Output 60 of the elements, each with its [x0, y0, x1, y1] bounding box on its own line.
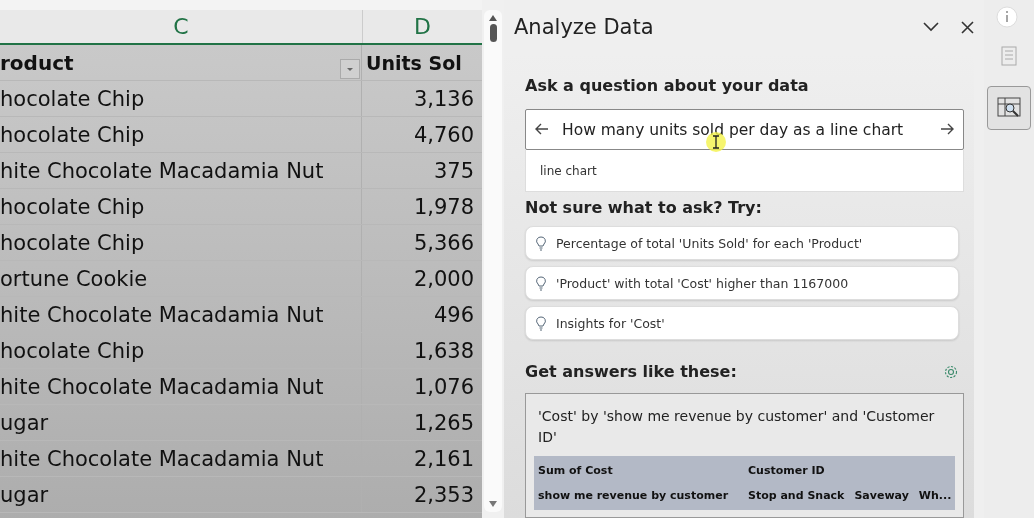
submit-arrow-icon[interactable] [940, 123, 955, 135]
lightbulb-icon [536, 235, 546, 251]
table-magnifier-icon [997, 97, 1021, 119]
column-header[interactable]: C [0, 10, 363, 43]
table-header-cell-text: Units Sol [365, 50, 463, 76]
table-cell-text: show me revenue by customer [538, 489, 730, 502]
info-icon[interactable] [996, 6, 1018, 28]
table-cell: hite Chocolate Macadamia Nut [0, 297, 362, 332]
panel-title: Analyze Data [514, 15, 655, 39]
analyze-data-button[interactable] [987, 86, 1031, 130]
table-cell: hite Chocolate Macadamia Nut [0, 153, 362, 188]
table-cell-text: 5,366 [412, 229, 475, 257]
answer-card[interactable]: 'Cost' by 'show me revenue by customer' and 'Customer ID' Sum of Cost Customer ID show me revenue by customer Stop and Snack Saveway Wh... [525, 393, 965, 518]
column-header[interactable]: D [363, 10, 482, 43]
table-cell: hocolate Chip [0, 333, 362, 368]
scroll-thumb[interactable] [489, 24, 497, 42]
settings-icon[interactable] [943, 363, 960, 380]
section-heading: Not sure what to ask? Try: [525, 198, 763, 218]
table-cell-text: Sum of Cost [538, 464, 614, 477]
table-cell: Stop and Snack [748, 489, 845, 502]
table-cell-text: 496 [432, 301, 475, 329]
table-cell: ortune Cookie [0, 261, 362, 296]
table-cell-text: 1,076 [412, 373, 475, 401]
back-arrow-icon[interactable] [535, 123, 549, 135]
scroll-down-icon[interactable] [488, 500, 498, 508]
table-cell: hite Chocolate Macadamia Nut [0, 441, 362, 476]
table-cell: hocolate Chip [0, 189, 362, 224]
caret-icon [346, 66, 354, 72]
document-icon [1001, 46, 1017, 66]
suggestion-button[interactable]: Percentage of total 'Units Sold' for each 'Product' [525, 226, 960, 260]
table-cell: ugar [0, 405, 362, 440]
table-cell-text: 2,000 [412, 265, 475, 293]
table-cell: hite Chocolate Macadamia Nut [0, 369, 362, 404]
table-cell-text: 375 [432, 157, 475, 185]
table-cell: Wh... [918, 489, 952, 502]
lightbulb-icon [536, 315, 546, 331]
table-cell-text: 2,353 [412, 481, 475, 509]
table-cell-text: 4,760 [412, 121, 475, 149]
question-field[interactable]: How many units sold per day as a line chart [525, 109, 965, 150]
scroll-up-icon[interactable] [488, 14, 498, 22]
table-cell-text: 3,136 [412, 85, 475, 113]
table-cell-text: 1,978 [412, 193, 475, 221]
table-cell: hocolate Chip [0, 225, 362, 260]
table-cell-text: 1,265 [412, 409, 475, 437]
section-heading: Get answers like these: [525, 362, 737, 381]
chevron-down-icon[interactable] [923, 22, 939, 32]
suggestion-button[interactable]: Insights for 'Cost' [525, 306, 960, 340]
table-cell: hocolate Chip [0, 81, 362, 116]
table-cell-text: 1,638 [412, 337, 475, 365]
close-icon[interactable] [961, 20, 974, 34]
autocomplete-option[interactable]: line chart [526, 150, 964, 178]
table-cell: Saveway [854, 489, 909, 502]
table-cell: ugar [0, 477, 362, 512]
suggestion-button[interactable]: 'Product' with total 'Cost' higher than 1167000 [525, 266, 960, 300]
table-cell: Customer ID [748, 464, 825, 477]
answer-title: 'Cost' by 'show me revenue by customer' and 'Customer ID' [538, 407, 936, 447]
table-cell-text: 2,161 [412, 445, 475, 473]
lightbulb-icon [536, 275, 546, 291]
table-cell: hocolate Chip [0, 117, 362, 152]
section-heading: Ask a question about your data [525, 76, 810, 95]
